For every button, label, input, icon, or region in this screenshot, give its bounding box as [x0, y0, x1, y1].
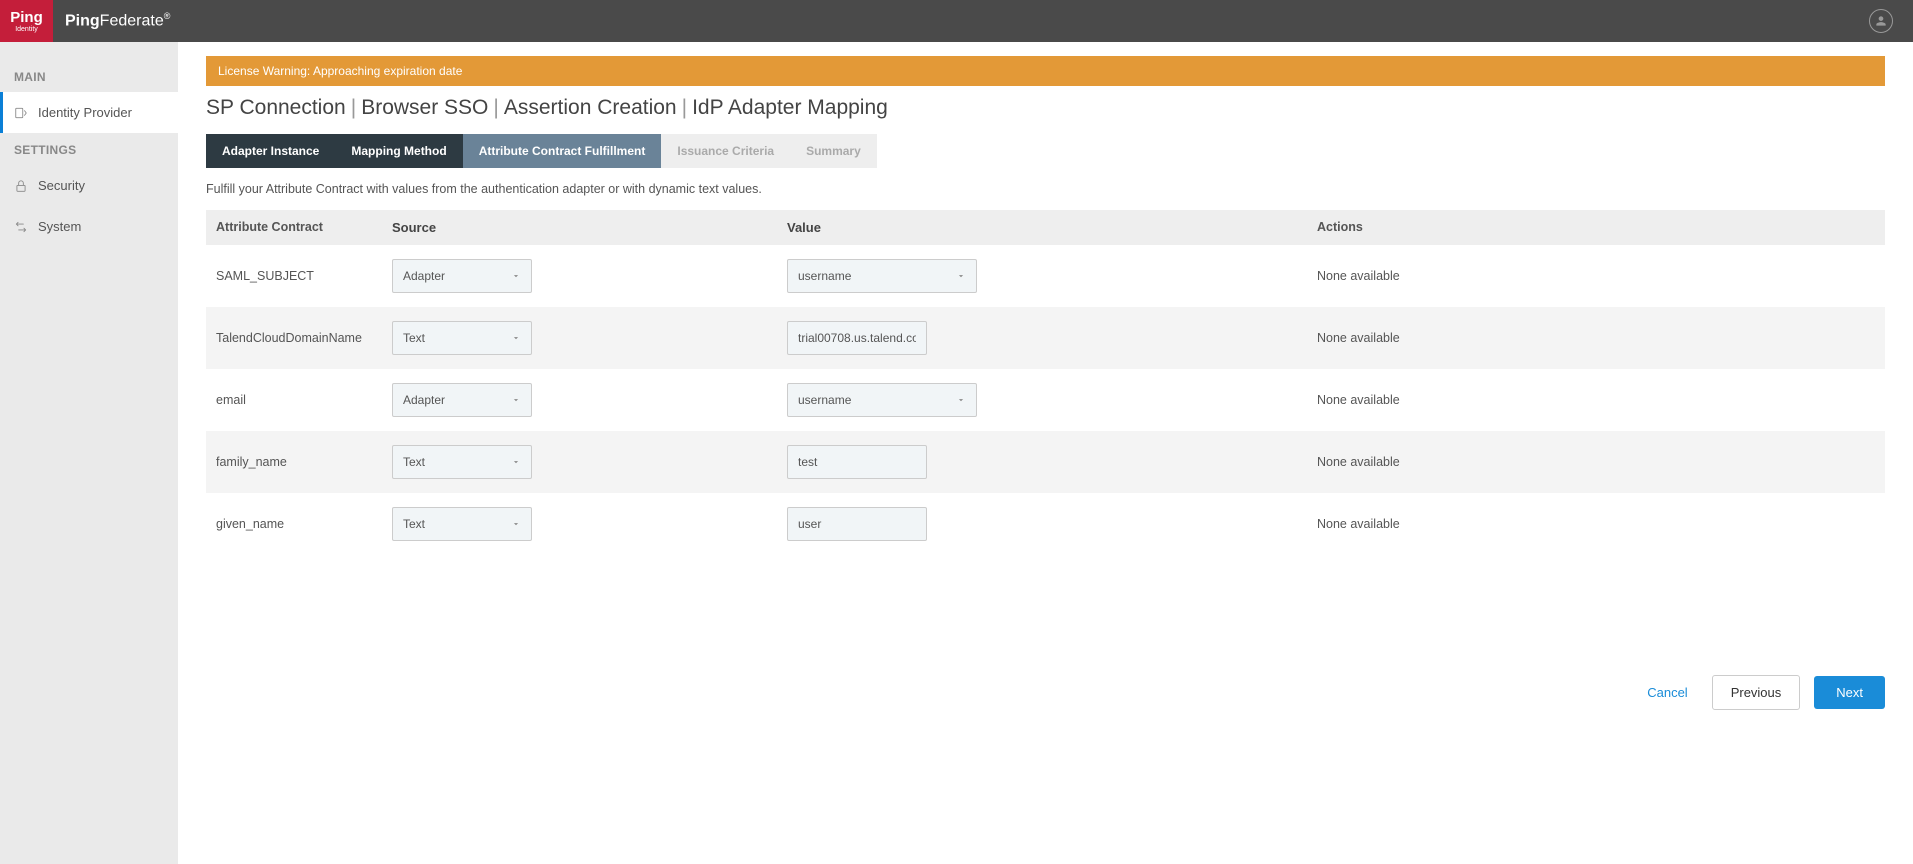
sidebar: MAIN Identity Provider SETTINGS Security…: [0, 42, 178, 864]
source-select[interactable]: Adapter: [392, 259, 532, 293]
wizard-tabs: Adapter Instance Mapping Method Attribut…: [206, 134, 1885, 168]
tab-summary: Summary: [790, 134, 877, 168]
sidebar-item-identity-provider[interactable]: Identity Provider: [0, 92, 178, 133]
product-name: PingFederate®: [65, 11, 170, 30]
lock-icon: [14, 179, 28, 193]
value-input[interactable]: [787, 445, 927, 479]
user-icon: [1874, 14, 1888, 28]
attr-name: TalendCloudDomainName: [212, 331, 392, 345]
sidebar-item-label: System: [38, 219, 81, 234]
license-warning-banner: License Warning: Approaching expiration …: [206, 56, 1885, 86]
sidebar-item-security[interactable]: Security: [0, 165, 178, 206]
actions-cell: None available: [1317, 455, 1879, 469]
chevron-down-icon: [511, 333, 521, 343]
actions-cell: None available: [1317, 517, 1879, 531]
tab-issuance-criteria: Issuance Criteria: [661, 134, 790, 168]
attr-name: family_name: [212, 455, 392, 469]
source-select[interactable]: Adapter: [392, 383, 532, 417]
sidebar-item-system[interactable]: System: [0, 206, 178, 247]
chevron-down-icon: [511, 457, 521, 467]
brand-logo: Ping Identity: [0, 0, 53, 42]
header-attribute-contract: Attribute Contract: [212, 220, 392, 235]
attr-name: email: [212, 393, 392, 407]
chevron-down-icon: [956, 395, 966, 405]
source-select[interactable]: Text: [392, 321, 532, 355]
chevron-down-icon: [511, 271, 521, 281]
tab-adapter-instance[interactable]: Adapter Instance: [206, 134, 335, 168]
value-select[interactable]: username: [787, 383, 977, 417]
user-avatar[interactable]: [1869, 9, 1893, 33]
tab-attribute-contract-fulfillment[interactable]: Attribute Contract Fulfillment: [463, 134, 662, 168]
header-actions: Actions: [1317, 220, 1879, 235]
chevron-down-icon: [511, 395, 521, 405]
table-header-row: Attribute Contract Source Value Actions: [206, 210, 1885, 245]
tab-mapping-method[interactable]: Mapping Method: [335, 134, 462, 168]
app-header: Ping Identity PingFederate®: [0, 0, 1913, 42]
actions-cell: None available: [1317, 269, 1879, 283]
logo-text-bottom: Identity: [15, 26, 38, 33]
attr-name: given_name: [212, 517, 392, 531]
value-input[interactable]: [787, 321, 927, 355]
attribute-table: Attribute Contract Source Value Actions …: [206, 210, 1885, 555]
table-row: SAML_SUBJECT Adapter username None a: [206, 245, 1885, 307]
breadcrumb: SP Connection|Browser SSO|Assertion Crea…: [206, 96, 1885, 120]
chevron-down-icon: [511, 519, 521, 529]
next-button[interactable]: Next: [1814, 676, 1885, 709]
sidebar-item-label: Identity Provider: [38, 105, 132, 120]
chevron-down-icon: [956, 271, 966, 281]
identity-provider-icon: [14, 106, 28, 120]
table-row: email Adapter username None availabl: [206, 369, 1885, 431]
system-icon: [14, 220, 28, 234]
header-source: Source: [392, 220, 787, 235]
source-select[interactable]: Text: [392, 507, 532, 541]
sidebar-section-settings: SETTINGS: [0, 133, 178, 165]
helper-text: Fulfill your Attribute Contract with val…: [206, 182, 1885, 196]
table-row: given_name Text None available: [206, 493, 1885, 555]
cancel-button[interactable]: Cancel: [1637, 677, 1697, 708]
sidebar-item-label: Security: [38, 178, 85, 193]
attr-name: SAML_SUBJECT: [212, 269, 392, 283]
value-select[interactable]: username: [787, 259, 977, 293]
footer-buttons: Cancel Previous Next: [178, 655, 1913, 710]
value-input[interactable]: [787, 507, 927, 541]
sidebar-section-main: MAIN: [0, 60, 178, 92]
actions-cell: None available: [1317, 331, 1879, 345]
source-select[interactable]: Text: [392, 445, 532, 479]
main-content: License Warning: Approaching expiration …: [178, 42, 1913, 864]
header-value: Value: [787, 220, 1317, 235]
table-row: family_name Text None available: [206, 431, 1885, 493]
table-row: TalendCloudDomainName Text None availabl…: [206, 307, 1885, 369]
previous-button[interactable]: Previous: [1712, 675, 1801, 710]
logo-text-top: Ping: [10, 10, 43, 25]
actions-cell: None available: [1317, 393, 1879, 407]
